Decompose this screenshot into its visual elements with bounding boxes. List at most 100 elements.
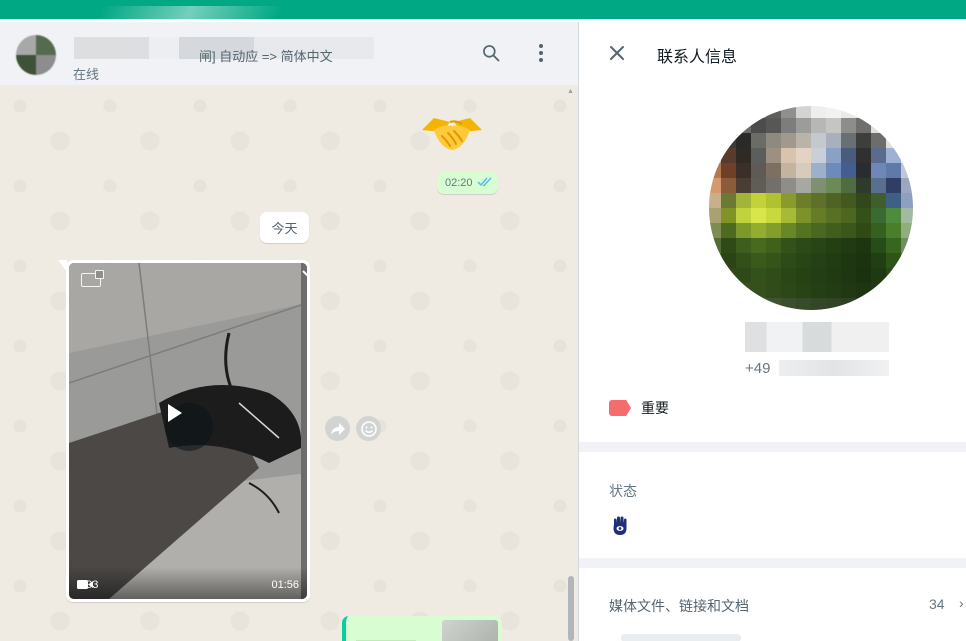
avatar-mosaic-cell <box>751 283 766 298</box>
avatar-mosaic-cell <box>796 238 811 253</box>
avatar-mosaic-cell <box>796 106 811 118</box>
avatar-mosaic-cell <box>856 223 871 238</box>
avatar-mosaic-cell <box>811 193 826 208</box>
avatar-mosaic-cell <box>751 268 766 283</box>
avatar-mosaic-cell <box>781 268 796 283</box>
video-thumbnail[interactable]: 0:03 01:56 <box>69 263 307 599</box>
avatar-mosaic-cell <box>901 133 913 148</box>
contact-name-header[interactable]: 闸] 自动应 => 简体中文 <box>74 37 374 64</box>
day-divider: 今天 <box>260 212 309 243</box>
avatar-mosaic-cell <box>751 253 766 268</box>
avatar-mosaic-cell <box>751 133 766 148</box>
avatar-mosaic-cell <box>871 238 886 253</box>
scroll-up-arrow-icon[interactable]: ▲ <box>567 88 574 95</box>
media-preview-strip[interactable] <box>621 634 741 641</box>
avatar-mosaic-cell <box>709 298 721 310</box>
avatar-mosaic-cell <box>811 106 826 118</box>
media-doc-icon[interactable] <box>81 270 104 287</box>
avatar-mosaic-cell <box>871 133 886 148</box>
avatar-mosaic-cell <box>736 148 751 163</box>
avatar-mosaic-cell <box>871 253 886 268</box>
avatar-mosaic-cell <box>886 193 901 208</box>
chevron-right-icon[interactable]: › <box>959 595 964 611</box>
chat-scrollbar[interactable]: ▲ <box>566 86 574 641</box>
avatar-mosaic-cell <box>826 148 841 163</box>
media-section-label[interactable]: 媒体文件、链接和文档 <box>609 596 749 616</box>
avatar-mosaic-cell <box>781 193 796 208</box>
avatar-mosaic-cell <box>871 223 886 238</box>
avatar-mosaic-cell <box>766 118 781 133</box>
avatar-mosaic-cell <box>796 118 811 133</box>
avatar-mosaic-cell <box>796 298 811 310</box>
avatar-mosaic-cell <box>736 118 751 133</box>
avatar-mosaic-cell <box>841 148 856 163</box>
avatar-mosaic-cell <box>826 253 841 268</box>
avatar-mosaic-cell <box>766 223 781 238</box>
avatar-mosaic-cell <box>886 268 901 283</box>
avatar-mosaic-cell <box>901 283 913 298</box>
play-button[interactable] <box>165 403 213 451</box>
close-icon[interactable] <box>605 41 629 65</box>
avatar-mosaic-cell <box>736 268 751 283</box>
avatar-mosaic-cell <box>811 208 826 223</box>
video-message[interactable]: 0:03 01:56 <box>58 260 310 602</box>
avatar-mosaic-cell <box>709 133 721 148</box>
avatar-mosaic-cell <box>811 268 826 283</box>
contact-avatar-large[interactable] <box>709 106 913 310</box>
reaction-button[interactable] <box>356 416 381 441</box>
avatar-mosaic-cell <box>736 193 751 208</box>
avatar-mosaic-cell <box>721 208 736 223</box>
avatar-mosaic-cell <box>751 208 766 223</box>
avatar-mosaic-cell <box>766 193 781 208</box>
avatar-mosaic-cell <box>796 253 811 268</box>
avatar-mosaic-cell <box>871 208 886 223</box>
avatar-mosaic-cell <box>826 283 841 298</box>
avatar-mosaic-cell <box>886 238 901 253</box>
menu-dots-icon[interactable] <box>529 41 553 65</box>
avatar-mosaic-cell <box>886 283 901 298</box>
avatar-mosaic-cell <box>901 163 913 178</box>
handshake-emoji-message[interactable] <box>420 108 484 156</box>
bubble-tail <box>58 260 67 272</box>
contact-avatar-small[interactable] <box>16 35 56 75</box>
avatar-mosaic-cell <box>751 163 766 178</box>
avatar-mosaic-cell <box>856 268 871 283</box>
avatar-mosaic-cell <box>766 298 781 310</box>
avatar-mosaic-cell <box>781 133 796 148</box>
avatar-mosaic-cell <box>796 208 811 223</box>
avatar-mosaic-cell <box>796 268 811 283</box>
chat-header[interactable]: 闸] 自动应 => 简体中文 在线 <box>0 22 578 86</box>
avatar-mosaic-cell <box>841 298 856 310</box>
contact-phone: +49 <box>745 360 771 377</box>
avatar-mosaic-cell <box>721 223 736 238</box>
top-stripe-highlight <box>96 6 284 19</box>
avatar-mosaic-cell <box>781 283 796 298</box>
emoji-smile-icon <box>360 420 377 437</box>
avatar-mosaic-cell <box>781 223 796 238</box>
avatar-mosaic-cell <box>901 298 913 310</box>
avatar-mosaic-cell <box>721 253 736 268</box>
avatar-mosaic-cell <box>721 133 736 148</box>
avatar-mosaic-cell <box>856 298 871 310</box>
contact-label[interactable]: 重要 <box>609 398 669 418</box>
avatar-mosaic-cell <box>796 283 811 298</box>
avatar-mosaic-cell <box>901 148 913 163</box>
avatar-mosaic-cell <box>709 223 721 238</box>
avatar-mosaic-cell <box>721 178 736 193</box>
outgoing-reply-message[interactable] <box>342 616 502 641</box>
avatar-mosaic-cell <box>811 223 826 238</box>
avatar-mosaic-cell <box>811 118 826 133</box>
avatar-mosaic-cell <box>721 193 736 208</box>
avatar-mosaic-cell <box>871 193 886 208</box>
avatar-mosaic-cell <box>871 163 886 178</box>
forward-button[interactable] <box>325 416 350 441</box>
avatar-mosaic-cell <box>796 163 811 178</box>
avatar-mosaic-cell <box>709 148 721 163</box>
message-list[interactable]: 02:20 今天 01:56 ▲ <box>0 86 578 641</box>
chat-scroll-thumb[interactable] <box>568 576 574 641</box>
avatar-mosaic-cell <box>736 208 751 223</box>
search-icon[interactable] <box>479 41 503 65</box>
avatar-mosaic-cell <box>886 133 901 148</box>
avatar-mosaic-cell <box>766 133 781 148</box>
avatar-mosaic-cell <box>721 298 736 310</box>
